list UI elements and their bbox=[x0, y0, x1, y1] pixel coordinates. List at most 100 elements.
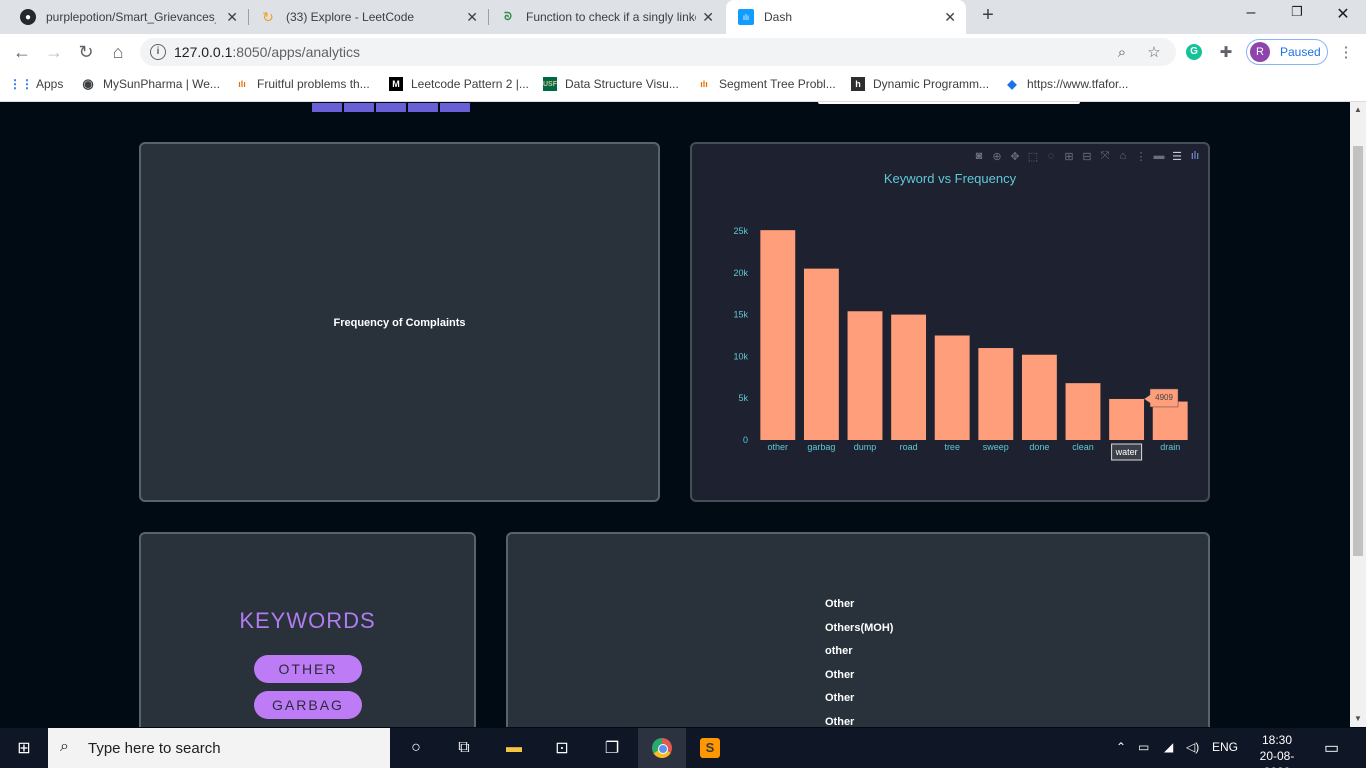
store-icon[interactable]: ⊡ bbox=[550, 736, 574, 760]
battery-icon[interactable]: ▭ bbox=[1138, 740, 1149, 754]
bar-water[interactable] bbox=[1109, 398, 1145, 440]
bar-drain[interactable] bbox=[1152, 401, 1188, 440]
hover-category-text: water bbox=[1115, 447, 1138, 457]
bar-done[interactable] bbox=[1021, 354, 1057, 440]
hashnode-icon: h bbox=[851, 77, 865, 91]
list-item: Other bbox=[825, 692, 855, 704]
close-tab-icon[interactable]: ✕ bbox=[466, 9, 478, 26]
bar-tree[interactable] bbox=[934, 335, 970, 441]
bar-group bbox=[760, 230, 1188, 441]
tab-dash[interactable]: ılı Dash ✕ bbox=[726, 0, 966, 34]
bookmark-label: Leetcode Pattern 2 |... bbox=[411, 77, 529, 91]
taskbar-search[interactable]: ⌕ Type here to search bbox=[48, 728, 390, 768]
y-tick-label: 25k bbox=[733, 226, 748, 236]
windows-start-icon[interactable]: ⊞ bbox=[12, 736, 36, 760]
keywords-title: KEYWORDS bbox=[239, 608, 376, 633]
bookmark-label: https://www.tfafor... bbox=[1027, 77, 1129, 91]
task-view-icon[interactable]: ⧉ bbox=[452, 736, 476, 760]
keyword-button-other[interactable]: OTHER bbox=[254, 655, 362, 683]
new-tab-button[interactable]: + bbox=[976, 4, 1000, 27]
bookmark-label: MySunPharma | We... bbox=[103, 77, 220, 91]
zoom-icon[interactable]: ⌕ bbox=[1112, 42, 1132, 62]
profile-button[interactable]: R Paused bbox=[1246, 39, 1328, 65]
wifi-icon[interactable]: ◢ bbox=[1164, 740, 1173, 754]
bookmark-label: Data Structure Visu... bbox=[565, 77, 679, 91]
scroll-down-arrow-icon[interactable]: ▼ bbox=[1350, 711, 1366, 727]
tab-strip: ● purplepotion/Smart_Grievances_I ✕ ↻ (3… bbox=[0, 0, 1366, 34]
dash-page: ▬▬▬▬▬ Frequency of Complaints ◙ ⊕ ✥ ⬚ ◌ … bbox=[0, 102, 1350, 727]
bar-clean[interactable] bbox=[1065, 383, 1101, 440]
bookmark-dynamic-programming[interactable]: h Dynamic Programm... bbox=[851, 77, 989, 91]
bookmark-apps[interactable]: ⋮⋮ Apps bbox=[9, 77, 64, 91]
notification-icon[interactable]: ▭ bbox=[1324, 738, 1339, 758]
site-info-icon[interactable]: i bbox=[150, 44, 166, 60]
bar-dump[interactable] bbox=[847, 311, 883, 440]
frequency-card: Frequency of Complaints bbox=[139, 142, 660, 502]
browser-toolbar: ← → ↻ ⌂ i 127.0.0.1:8050/apps/analytics … bbox=[0, 34, 1366, 70]
bar-sweep[interactable] bbox=[978, 348, 1014, 440]
tab-title: Dash bbox=[764, 10, 793, 24]
bookmark-leetcode-pattern[interactable]: M Leetcode Pattern 2 |... bbox=[389, 77, 529, 91]
tray-chevron-icon[interactable]: ⌃ bbox=[1116, 740, 1126, 754]
keyword-button-garbag[interactable]: GARBAG bbox=[254, 691, 362, 719]
sublime-text-icon[interactable]: S bbox=[698, 736, 722, 760]
bookmark-label: Segment Tree Probl... bbox=[719, 77, 836, 91]
y-axis: 0 5k 10k 15k 20k 25k bbox=[733, 226, 748, 445]
keyword-chart-card: ◙ ⊕ ✥ ⬚ ◌ ⊞ ⊟ ⤧ ⌂ ⋮ ▬ ☰ ılı Keyword vs F… bbox=[690, 142, 1210, 502]
language-indicator[interactable]: ENG bbox=[1212, 740, 1238, 754]
y-tick-label: 20k bbox=[733, 268, 748, 278]
url-host: 127.0.0.1 bbox=[174, 44, 233, 60]
tab-github[interactable]: ● purplepotion/Smart_Grievances_I ✕ bbox=[8, 0, 248, 34]
scrollbar-thumb[interactable] bbox=[1353, 146, 1363, 556]
close-tab-icon[interactable]: ✕ bbox=[944, 9, 956, 26]
clock[interactable]: 18:30 20-08-2020 bbox=[1248, 732, 1306, 768]
volume-icon[interactable]: ◁) bbox=[1186, 740, 1199, 754]
url-text[interactable]: 127.0.0.1:8050/apps/analytics bbox=[174, 44, 360, 60]
tab-title: (33) Explore - LeetCode bbox=[286, 10, 415, 24]
y-tick-label: 0 bbox=[743, 435, 748, 445]
cortana-icon[interactable]: ○ bbox=[404, 736, 428, 760]
close-tab-icon[interactable]: ✕ bbox=[226, 9, 238, 26]
file-explorer-icon[interactable]: ▬ bbox=[502, 736, 526, 760]
complaints-list-card: Other Others(MOH) other Other Other Othe… bbox=[506, 532, 1210, 727]
keywords-card: KEYWORDS OTHER GARBAG bbox=[139, 532, 476, 727]
close-window-button[interactable]: ✕ bbox=[1320, 4, 1366, 24]
bookmark-tfafor[interactable]: ◆ https://www.tfafor... bbox=[1005, 77, 1128, 91]
bookmark-data-structure-visu[interactable]: USF Data Structure Visu... bbox=[543, 77, 679, 91]
back-button[interactable]: ← bbox=[10, 40, 34, 64]
leetcode-icon: ↻ bbox=[262, 8, 274, 25]
bookmark-segment-tree[interactable]: ılı Segment Tree Probl... bbox=[697, 77, 836, 91]
bar-other[interactable] bbox=[760, 230, 796, 440]
y-tick-label: 10k bbox=[733, 351, 748, 361]
scroll-up-arrow-icon[interactable]: ▲ bbox=[1350, 102, 1366, 118]
files-app-icon[interactable]: ❐ bbox=[600, 736, 624, 760]
bookmark-fruitful-problems[interactable]: ılı Fruitful problems th... bbox=[235, 77, 370, 91]
x-tick-label: garbag bbox=[807, 442, 835, 452]
page-heading-partial: ▬▬▬▬▬ bbox=[312, 102, 472, 119]
address-bar[interactable]: i 127.0.0.1:8050/apps/analytics ⌕ ☆ bbox=[140, 38, 1176, 66]
page-scrollbar[interactable]: ▲ ▼ bbox=[1350, 102, 1366, 727]
page-input-partial[interactable] bbox=[818, 102, 1080, 104]
grammarly-icon[interactable]: G bbox=[1184, 42, 1204, 62]
bookmark-star-icon[interactable]: ☆ bbox=[1144, 42, 1164, 62]
forward-button[interactable]: → bbox=[42, 40, 66, 64]
list-item: Others(MOH) bbox=[825, 622, 894, 634]
bookmark-label: Fruitful problems th... bbox=[257, 77, 370, 91]
y-tick-label: 5k bbox=[738, 393, 748, 403]
bar-road[interactable] bbox=[891, 314, 927, 440]
bookmark-label: Apps bbox=[36, 77, 64, 91]
extensions-icon[interactable]: ✚ bbox=[1216, 42, 1236, 62]
bookmark-mysunpharma[interactable]: ◉ MySunPharma | We... bbox=[81, 76, 220, 91]
close-tab-icon[interactable]: ✕ bbox=[702, 9, 714, 26]
minimize-button[interactable]: – bbox=[1228, 4, 1274, 22]
bar-garbag[interactable] bbox=[803, 268, 839, 440]
x-tick-label: drain bbox=[1160, 442, 1180, 452]
x-tick-label: other bbox=[768, 442, 789, 452]
tab-leetcode[interactable]: ↻ (33) Explore - LeetCode ✕ bbox=[248, 0, 488, 34]
tab-geeksforgeeks[interactable]: ᘐ Function to check if a singly linke ✕ bbox=[488, 0, 724, 34]
search-icon: ⌕ bbox=[60, 738, 69, 755]
menu-kebab-icon[interactable]: ⋮ bbox=[1336, 42, 1356, 62]
maximize-button[interactable]: ❐ bbox=[1274, 4, 1320, 20]
reload-button[interactable]: ↻ bbox=[74, 40, 98, 64]
home-button[interactable]: ⌂ bbox=[106, 40, 130, 64]
